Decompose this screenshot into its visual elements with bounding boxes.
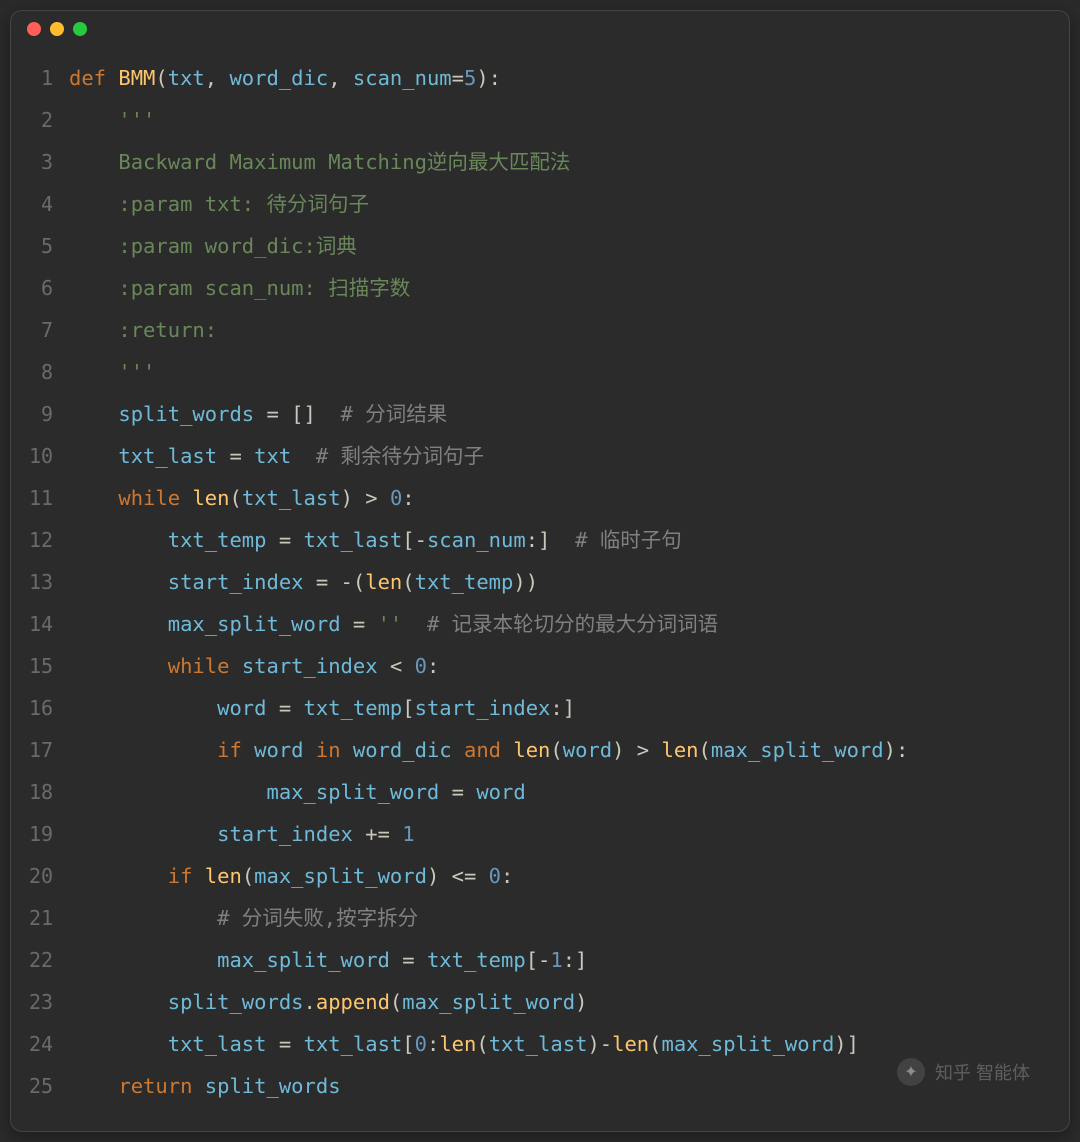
code-content: max_split_word = word	[69, 771, 1051, 813]
line-number: 3	[29, 141, 69, 183]
watermark-text: 知乎 智能体	[935, 1059, 1030, 1085]
line-number: 13	[29, 561, 69, 603]
code-content: :return:	[69, 309, 1051, 351]
code-content: :param word_dic:词典	[69, 225, 1051, 267]
code-content: start_index += 1	[69, 813, 1051, 855]
code-line: 18 max_split_word = word	[29, 771, 1051, 813]
line-number: 19	[29, 813, 69, 855]
line-number: 1	[29, 57, 69, 99]
code-content: Backward Maximum Matching逆向最大匹配法	[69, 141, 1051, 183]
maximize-icon[interactable]	[73, 22, 87, 36]
code-line: 6 :param scan_num: 扫描字数	[29, 267, 1051, 309]
code-line: 11 while len(txt_last) > 0:	[29, 477, 1051, 519]
code-content: split_words = [] # 分词结果	[69, 393, 1051, 435]
code-line: 15 while start_index < 0:	[29, 645, 1051, 687]
code-line: 1 def BMM(txt, word_dic, scan_num=5):	[29, 57, 1051, 99]
code-content: while start_index < 0:	[69, 645, 1051, 687]
code-content: txt_last = txt # 剩余待分词句子	[69, 435, 1051, 477]
line-number: 25	[29, 1065, 69, 1107]
code-line: 9 split_words = [] # 分词结果	[29, 393, 1051, 435]
code-content: word = txt_temp[start_index:]	[69, 687, 1051, 729]
code-content: start_index = -(len(txt_temp))	[69, 561, 1051, 603]
line-number: 22	[29, 939, 69, 981]
code-line: 17 if word in word_dic and len(word) > l…	[29, 729, 1051, 771]
code-content: split_words.append(max_split_word)	[69, 981, 1051, 1023]
line-number: 9	[29, 393, 69, 435]
code-line: 20 if len(max_split_word) <= 0:	[29, 855, 1051, 897]
code-content: '''	[69, 99, 1051, 141]
line-number: 6	[29, 267, 69, 309]
wechat-icon: ✦	[897, 1058, 925, 1086]
code-line: 12 txt_temp = txt_last[-scan_num:] # 临时子…	[29, 519, 1051, 561]
code-line: 7 :return:	[29, 309, 1051, 351]
code-line: 2 '''	[29, 99, 1051, 141]
code-line: 23 split_words.append(max_split_word)	[29, 981, 1051, 1023]
line-number: 17	[29, 729, 69, 771]
code-line: 14 max_split_word = '' # 记录本轮切分的最大分词词语	[29, 603, 1051, 645]
line-number: 18	[29, 771, 69, 813]
code-line: 8 '''	[29, 351, 1051, 393]
line-number: 15	[29, 645, 69, 687]
code-content: if len(max_split_word) <= 0:	[69, 855, 1051, 897]
line-number: 10	[29, 435, 69, 477]
code-content: while len(txt_last) > 0:	[69, 477, 1051, 519]
close-icon[interactable]	[27, 22, 41, 36]
code-line: 5 :param word_dic:词典	[29, 225, 1051, 267]
line-number: 7	[29, 309, 69, 351]
code-line: 19 start_index += 1	[29, 813, 1051, 855]
code-line: 16 word = txt_temp[start_index:]	[29, 687, 1051, 729]
watermark: ✦ 知乎 智能体	[897, 1058, 1030, 1086]
window-titlebar	[11, 11, 1069, 47]
line-number: 5	[29, 225, 69, 267]
code-content: # 分词失败,按字拆分	[69, 897, 1051, 939]
code-content: '''	[69, 351, 1051, 393]
line-number: 23	[29, 981, 69, 1023]
code-content: :param txt: 待分词句子	[69, 183, 1051, 225]
line-number: 21	[29, 897, 69, 939]
line-number: 8	[29, 351, 69, 393]
code-content: def BMM(txt, word_dic, scan_num=5):	[69, 57, 1051, 99]
code-line: 10 txt_last = txt # 剩余待分词句子	[29, 435, 1051, 477]
code-line: 21 # 分词失败,按字拆分	[29, 897, 1051, 939]
line-number: 14	[29, 603, 69, 645]
code-line: 3 Backward Maximum Matching逆向最大匹配法	[29, 141, 1051, 183]
code-line: 4 :param txt: 待分词句子	[29, 183, 1051, 225]
line-number: 12	[29, 519, 69, 561]
code-line: 13 start_index = -(len(txt_temp))	[29, 561, 1051, 603]
code-editor[interactable]: 1 def BMM(txt, word_dic, scan_num=5): 2 …	[11, 47, 1069, 1131]
line-number: 4	[29, 183, 69, 225]
line-number: 2	[29, 99, 69, 141]
code-window: 1 def BMM(txt, word_dic, scan_num=5): 2 …	[10, 10, 1070, 1132]
line-number: 16	[29, 687, 69, 729]
code-content: max_split_word = '' # 记录本轮切分的最大分词词语	[69, 603, 1051, 645]
code-content: txt_temp = txt_last[-scan_num:] # 临时子句	[69, 519, 1051, 561]
code-line: 22 max_split_word = txt_temp[-1:]	[29, 939, 1051, 981]
code-content: if word in word_dic and len(word) > len(…	[69, 729, 1051, 771]
minimize-icon[interactable]	[50, 22, 64, 36]
code-content: :param scan_num: 扫描字数	[69, 267, 1051, 309]
line-number: 24	[29, 1023, 69, 1065]
line-number: 11	[29, 477, 69, 519]
line-number: 20	[29, 855, 69, 897]
code-content: max_split_word = txt_temp[-1:]	[69, 939, 1051, 981]
